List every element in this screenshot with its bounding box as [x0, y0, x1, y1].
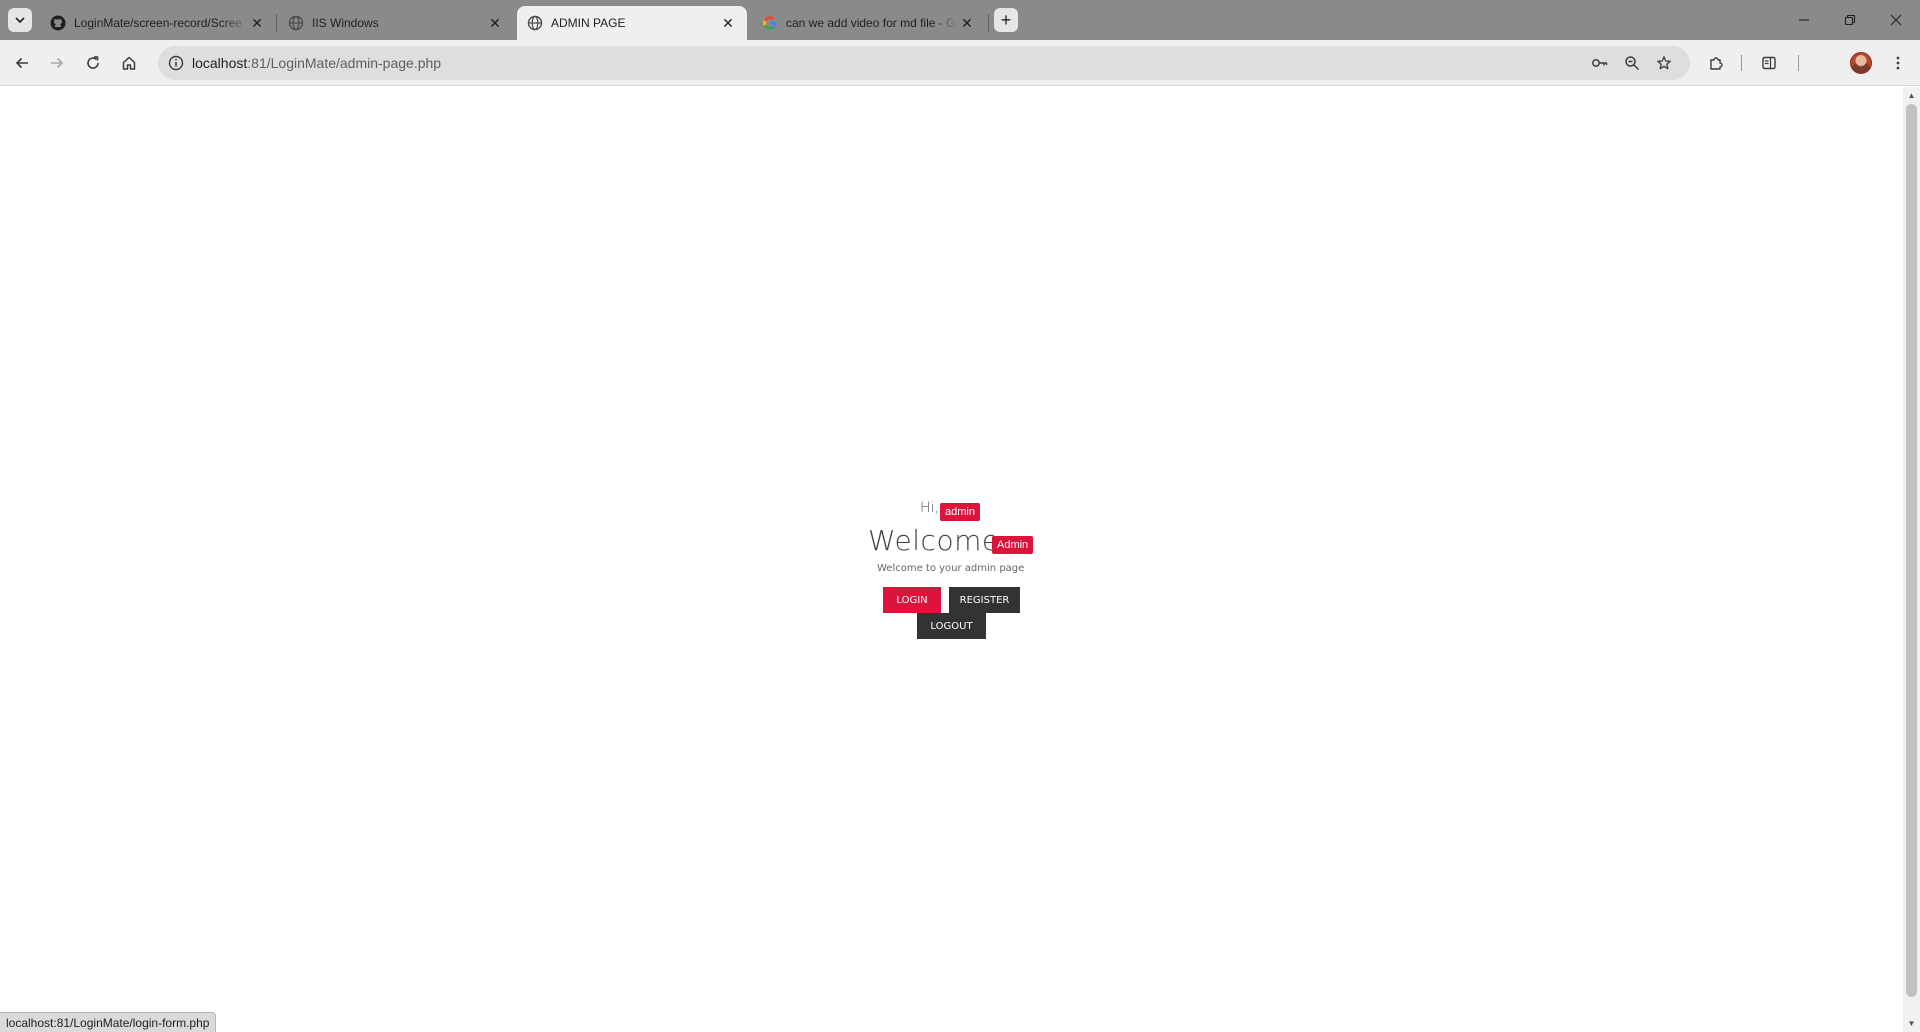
login-button[interactable]: LOGIN — [883, 587, 941, 613]
page-viewport: Hi, admin Welcome Admin Welcome to your … — [0, 87, 1903, 1032]
scroll-up-arrow-icon[interactable]: ▲ — [1903, 87, 1920, 104]
scroll-thumb[interactable] — [1906, 104, 1917, 997]
role-badge: Admin — [992, 536, 1034, 554]
username-badge: admin — [940, 503, 980, 521]
admin-hero: Hi, admin Welcome Admin Welcome to your … — [0, 0, 1903, 945]
link-status-bubble: localhost:81/LoginMate/login-form.php — [0, 1012, 217, 1032]
scroll-down-arrow-icon[interactable]: ▼ — [1903, 1015, 1920, 1032]
register-button[interactable]: REGISTER — [949, 587, 1020, 613]
status-url: localhost:81/LoginMate/login-form.php — [6, 1015, 210, 1030]
page-title: Welcome — [868, 524, 1000, 557]
page-subtitle: Welcome to your admin page — [877, 563, 1025, 574]
logout-button[interactable]: LOGOUT — [917, 613, 986, 639]
greeting-text: Hi, — [920, 500, 939, 516]
page-scrollbar[interactable]: ▲ ▼ — [1903, 87, 1920, 1032]
